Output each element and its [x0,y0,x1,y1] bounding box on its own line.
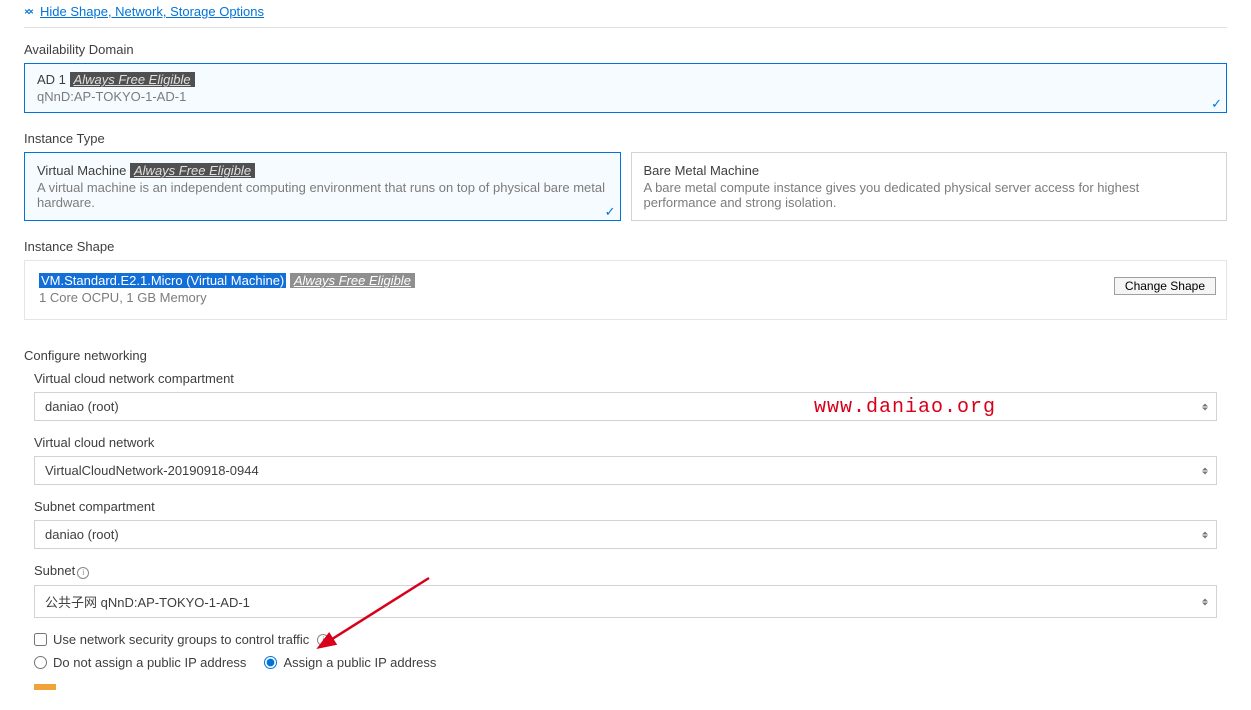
subnet-compartment-value: daniao (root) [45,527,119,542]
ad-free-badge: Always Free Eligible [70,72,195,87]
radio-no-public-ip[interactable]: Do not assign a public IP address [34,655,246,670]
check-icon: ✓ [605,205,616,218]
info-icon[interactable]: i [77,567,89,579]
availability-domain-label: Availability Domain [24,42,1227,57]
change-shape-button[interactable]: Change Shape [1114,277,1216,295]
radio-no-public-ip-label: Do not assign a public IP address [53,655,246,670]
instance-shape-box: VM.Standard.E2.1.Micro (Virtual Machine)… [24,260,1227,320]
updown-icon [1202,598,1208,605]
subnet-select[interactable]: 公共子网 qNnD:AP-TOKYO-1-AD-1 [34,585,1217,618]
orange-indicator [34,684,56,690]
vm-desc: A virtual machine is an independent comp… [37,180,608,210]
vcn-value: VirtualCloudNetwork-20190918-0944 [45,463,259,478]
subnet-value: 公共子网 qNnD:AP-TOKYO-1-AD-1 [45,595,250,610]
collapse-icon [24,7,34,17]
ad-title: AD 1 [37,72,66,87]
radio-assign-public-ip-label: Assign a public IP address [283,655,436,670]
nsg-label: Use network security groups to control t… [53,632,309,647]
updown-icon [1202,467,1208,474]
nsg-checkbox[interactable] [34,633,47,646]
shape-name: VM.Standard.E2.1.Micro (Virtual Machine) [39,273,286,288]
subnet-compartment-label: Subnet compartment [34,499,1217,514]
shape-free-badge: Always Free Eligible [290,273,415,288]
updown-icon [1202,403,1208,410]
shape-spec: 1 Core OCPU, 1 GB Memory [39,290,1212,305]
configure-networking-label: Configure networking [24,348,1227,363]
subnet-label: Subneti [34,563,1217,579]
info-icon[interactable]: i [317,634,329,646]
ad-subtitle: qNnD:AP-TOKYO-1-AD-1 [37,89,1214,104]
vm-title: Virtual Machine [37,163,126,178]
bm-desc: A bare metal compute instance gives you … [644,180,1215,210]
updown-icon [1202,531,1208,538]
hide-options-link[interactable]: Hide Shape, Network, Storage Options [40,4,264,19]
vcn-compartment-select[interactable]: daniao (root) [34,392,1217,421]
instance-type-label: Instance Type [24,131,1227,146]
subnet-compartment-select[interactable]: daniao (root) [34,520,1217,549]
instance-type-virtual-machine[interactable]: Virtual Machine Always Free Eligible A v… [24,152,621,221]
vm-free-badge: Always Free Eligible [130,163,255,178]
vcn-label: Virtual cloud network [34,435,1217,450]
vcn-compartment-label: Virtual cloud network compartment [34,371,1217,386]
vcn-compartment-value: daniao (root) [45,399,119,414]
vcn-select[interactable]: VirtualCloudNetwork-20190918-0944 [34,456,1217,485]
check-icon: ✓ [1211,97,1222,110]
instance-shape-label: Instance Shape [24,239,1227,254]
bm-title: Bare Metal Machine [644,163,760,178]
radio-assign-public-ip[interactable]: Assign a public IP address [264,655,436,670]
instance-type-bare-metal[interactable]: Bare Metal Machine A bare metal compute … [631,152,1228,221]
availability-domain-card[interactable]: AD 1 Always Free Eligible qNnD:AP-TOKYO-… [24,63,1227,113]
